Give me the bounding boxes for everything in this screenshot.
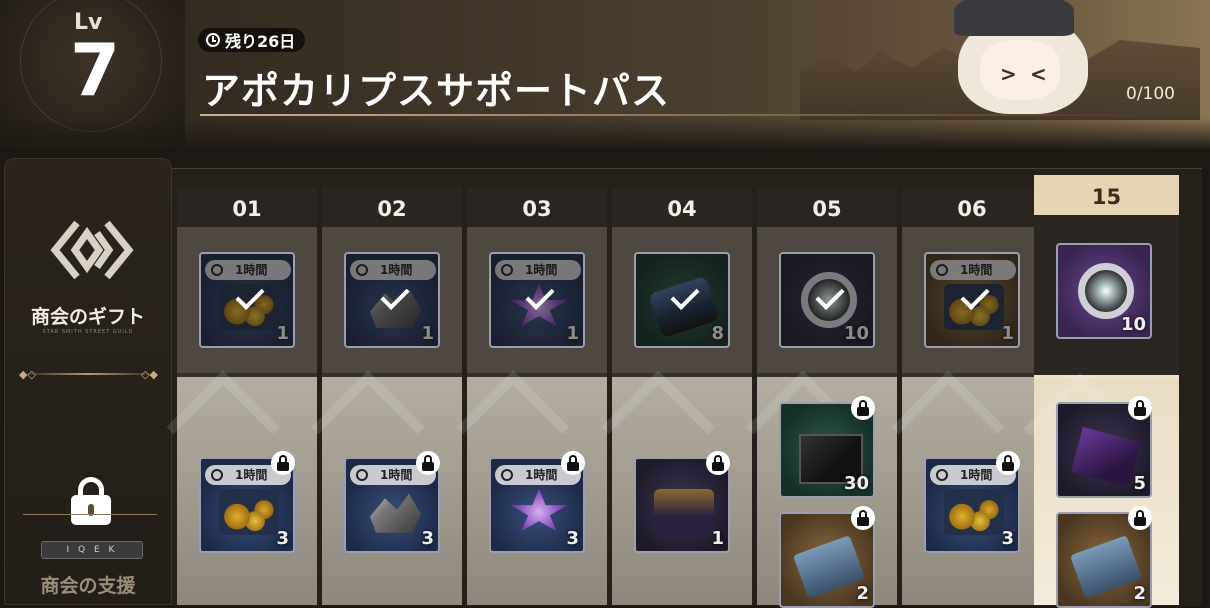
mascot-character-image: > < — [950, 0, 1100, 118]
clock-icon — [936, 469, 948, 481]
pass-progress-text: 0/100 — [1126, 84, 1175, 104]
item-count: 3 — [1001, 528, 1014, 549]
lock-icon — [706, 451, 730, 475]
lock-icon — [851, 396, 875, 420]
claimed-check-icon — [636, 254, 728, 346]
column-level-label: 01 — [177, 187, 317, 227]
free-reward-item[interactable]: 1時間 1 — [489, 252, 585, 348]
claimed-check-icon — [201, 254, 293, 346]
free-reward-item[interactable]: 1時間 1 — [924, 252, 1020, 348]
guild-support-tab[interactable]: 商会の支援 — [5, 571, 171, 598]
remaining-days-text: 残り26日 — [225, 32, 296, 51]
ring-item-icon — [1078, 263, 1134, 319]
guild-gift-subtitle: STAR SMITH STREET GUILD — [42, 329, 134, 335]
time-boost-label: 1時間 — [960, 468, 993, 482]
free-reward-item[interactable]: 1時間 1 — [199, 252, 295, 348]
claimed-check-icon — [491, 254, 583, 346]
lock-icon — [416, 451, 440, 475]
claimed-check-icon — [926, 254, 1018, 346]
item-count: 3 — [421, 528, 434, 549]
item-count: 10 — [1120, 314, 1146, 335]
star-item-icon — [510, 489, 568, 531]
item-count: 2 — [856, 583, 869, 604]
column-level-label: 03 — [467, 187, 607, 227]
free-reward-item[interactable]: 10 — [1056, 243, 1152, 339]
time-boost-label: 1時間 — [235, 468, 268, 482]
lock-icon — [996, 451, 1020, 475]
lock-icon — [271, 451, 295, 475]
code-badge: I Q E K — [41, 541, 143, 559]
ore-item-icon — [370, 493, 421, 533]
free-reward-item[interactable]: 8 — [634, 252, 730, 348]
sidebar: 商会のギフト STAR SMITH STREET GUILD ◆◇ ◇◆ I Q… — [4, 158, 172, 605]
page-title: アポカリプスサポートパス — [202, 69, 671, 113]
column-level-label: 02 — [322, 187, 462, 227]
ticket-item-icon — [792, 535, 866, 599]
gold-item-icon — [944, 489, 1004, 535]
lock-icon — [561, 451, 585, 475]
level-number: 7 — [70, 28, 121, 112]
lock-icon — [71, 477, 111, 525]
clock-icon — [211, 469, 223, 481]
cube-item-icon — [1071, 427, 1141, 487]
column-level-label: 06 — [902, 187, 1042, 227]
guild-emblem-icon — [50, 220, 134, 280]
item-count: 1 — [711, 528, 724, 549]
lock-divider — [23, 514, 157, 515]
time-boost-label: 1時間 — [525, 468, 558, 482]
clock-icon — [356, 469, 368, 481]
clock-icon — [501, 469, 513, 481]
clock-icon — [206, 33, 220, 47]
lock-icon — [1128, 396, 1152, 420]
column-level-label: 15 — [1034, 175, 1179, 215]
item-count: 5 — [1133, 473, 1146, 494]
chest-item-icon — [654, 489, 714, 535]
guild-gift-tab[interactable]: 商会のギフト — [5, 302, 171, 329]
item-count: 2 — [1133, 583, 1146, 604]
free-reward-item[interactable]: 1時間 1 — [344, 252, 440, 348]
free-reward-item[interactable]: 10 — [779, 252, 875, 348]
column-level-label: 05 — [757, 187, 897, 227]
remaining-days-badge: 残り26日 — [198, 28, 306, 52]
time-boost-label: 1時間 — [380, 468, 413, 482]
sidebar-divider — [19, 373, 159, 375]
ticket-item-icon — [1069, 535, 1143, 599]
divider-ornament-icon: ◆◇ — [19, 368, 36, 381]
divider-ornament-icon: ◇◆ — [141, 368, 158, 381]
lock-icon — [851, 506, 875, 530]
lock-icon — [1128, 506, 1152, 530]
gold-item-icon — [219, 489, 279, 535]
item-count: 3 — [276, 528, 289, 549]
item-count: 3 — [566, 528, 579, 549]
claimed-check-icon — [346, 254, 438, 346]
column-level-label: 04 — [612, 187, 752, 227]
item-count: 30 — [843, 473, 869, 494]
claimed-check-icon — [781, 254, 873, 346]
